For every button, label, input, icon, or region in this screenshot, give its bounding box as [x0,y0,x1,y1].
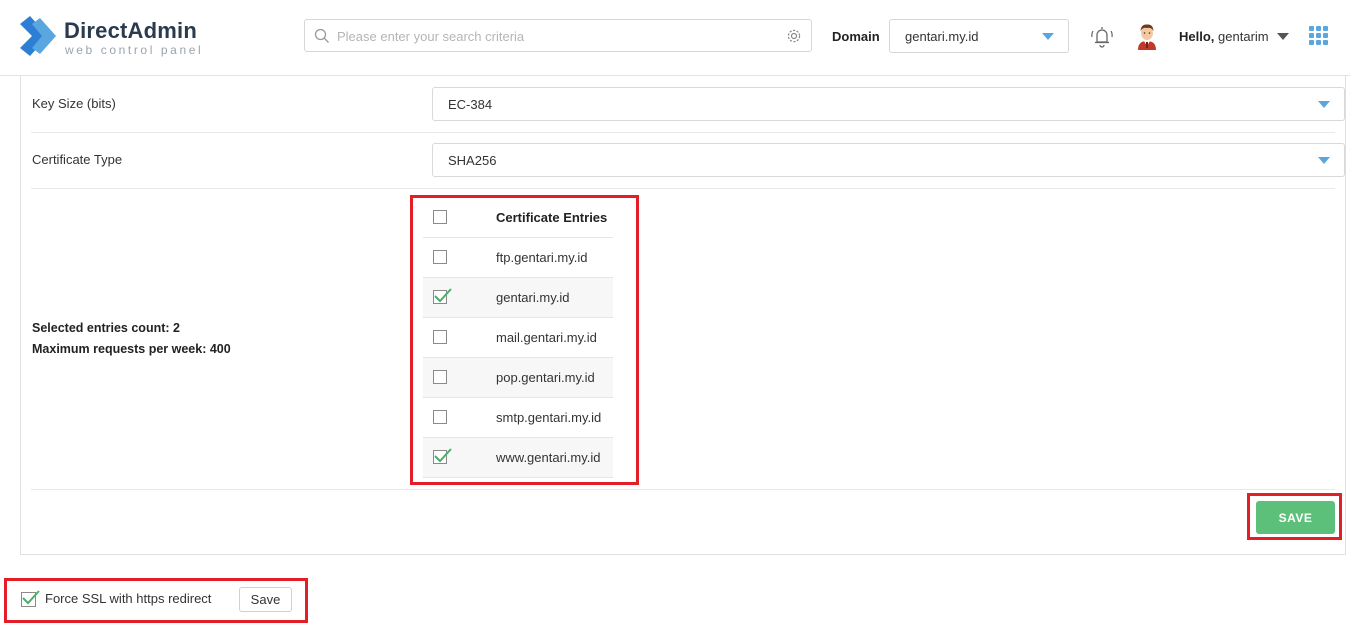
search-input[interactable] [335,20,779,53]
username: gentarim [1218,29,1269,44]
force-ssl-save-button[interactable]: Save [239,587,292,612]
chevron-down-icon [1318,157,1330,164]
selected-entries-count: Selected entries count: 2 [32,321,180,335]
avatar[interactable] [1135,22,1159,50]
save-button[interactable]: SAVE [1256,501,1335,534]
user-greeting[interactable]: Hello, gentarim [1179,29,1269,44]
domain-value: gentari.my.id [905,29,979,44]
chevron-down-icon [1042,33,1054,40]
logo-title: DirectAdmin [64,18,197,43]
check-icon [22,590,40,605]
key-size-value: EC-384 [448,97,493,112]
hello-prefix: Hello, [1179,29,1215,44]
domain-select[interactable]: gentari.my.id [889,19,1069,53]
entries-row [31,188,1335,490]
entries-highlight-box [410,195,639,485]
user-menu-caret-icon[interactable] [1277,33,1289,40]
key-size-row: Key Size (bits) EC-384 [31,76,1345,133]
top-header: DirectAdmin web control panel Domain gen… [0,0,1350,76]
chevron-down-icon [1318,101,1330,108]
logo-mark-icon [20,16,56,56]
force-ssl-checkbox[interactable] [21,590,40,607]
domain-label: Domain [832,29,880,44]
key-size-select[interactable]: EC-384 [432,87,1345,121]
logo-subtitle: web control panel [65,43,204,57]
search-box [304,19,812,53]
directadmin-logo[interactable]: DirectAdmin web control panel [18,14,218,62]
certificate-type-label: Certificate Type [32,152,123,167]
key-size-label: Key Size (bits) [32,96,116,111]
certificate-type-value: SHA256 [448,153,497,168]
gear-icon[interactable] [786,28,802,44]
certificate-type-select[interactable]: SHA256 [432,143,1345,177]
certificate-type-row: Certificate Type SHA256 [31,132,1345,189]
ssl-settings-panel: Key Size (bits) EC-384 Certificate Type … [20,76,1346,555]
search-icon [314,28,329,43]
bell-alarm-icon[interactable] [1089,24,1115,50]
force-ssl-label: Force SSL with https redirect [45,591,212,606]
apps-grid-icon[interactable] [1309,26,1329,46]
maximum-requests-per-week: Maximum requests per week: 400 [32,342,231,356]
